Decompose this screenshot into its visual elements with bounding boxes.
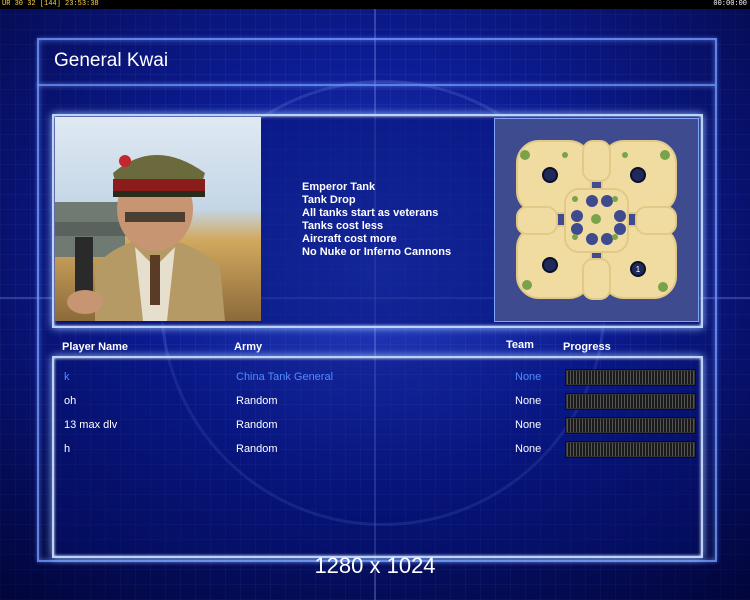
player-army: China Tank General [236, 371, 334, 383]
map-preview-image: 1 [495, 119, 698, 321]
player-row: oh Random None [54, 391, 701, 415]
player-progress-bar [566, 418, 695, 433]
general-portrait-image [55, 117, 261, 321]
general-title: General Kwai [54, 50, 169, 71]
player-row: 13 max dlv Random None [54, 415, 701, 439]
map-player-marker: 1 [636, 265, 641, 274]
player-name: h [64, 443, 71, 455]
perk-item: Tank Drop [302, 194, 356, 206]
player-team: None [515, 443, 542, 455]
player-army: Random [236, 395, 278, 407]
status-bar-left: UR 30 32 [144] 23:53:38 [2, 0, 99, 8]
perk-item: Tanks cost less [302, 220, 384, 232]
perk-item: Aircraft cost more [302, 233, 397, 245]
column-header-army: Army [234, 341, 263, 353]
player-team: None [515, 395, 542, 407]
player-team: None [515, 371, 542, 383]
status-bar-clock: 00:00:00 [713, 0, 747, 8]
general-perks-list: Emperor Tank Tank Drop All tanks start a… [302, 181, 451, 259]
title-divider [37, 84, 715, 86]
perk-item: All tanks start as veterans [302, 207, 439, 219]
player-name: k [64, 371, 70, 383]
perk-item: No Nuke or Inferno Cannons [302, 246, 452, 258]
perk-item: Emperor Tank [302, 181, 376, 193]
player-name: oh [64, 395, 77, 407]
player-team: None [515, 419, 542, 431]
player-table: k China Tank General None oh Random None… [52, 356, 703, 558]
player-row: h Random None [54, 439, 701, 463]
column-header-player: Player Name [62, 341, 129, 353]
player-name: 13 max dlv [64, 419, 118, 431]
player-army: Random [236, 443, 278, 455]
map-preview: 1 [494, 118, 699, 322]
player-row: k China Tank General None [54, 367, 701, 391]
status-bar: UR 30 32 [144] 23:53:38 00:00:00 [0, 0, 750, 9]
resolution-caption: 1280 x 1024 [314, 553, 436, 578]
general-portrait [55, 117, 261, 321]
player-progress-bar [566, 370, 695, 385]
column-header-team: Team [506, 339, 534, 351]
column-header-progress: Progress [563, 341, 611, 353]
player-progress-bar [566, 442, 695, 457]
player-army: Random [236, 419, 278, 431]
player-progress-bar [566, 394, 695, 409]
